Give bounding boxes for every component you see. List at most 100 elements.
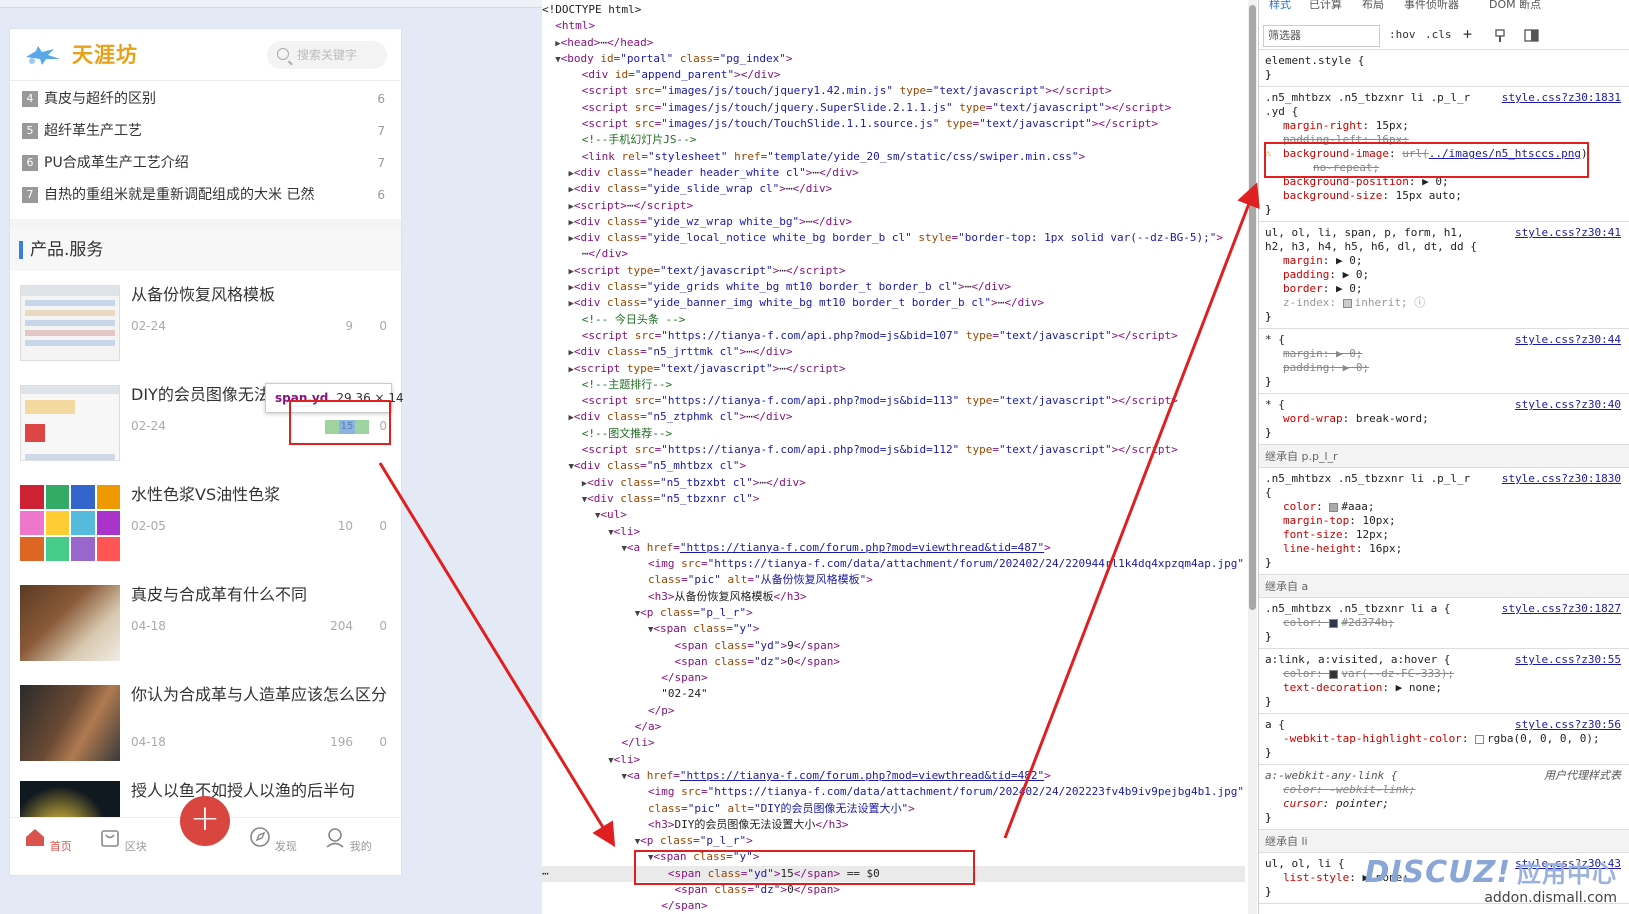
article-thumbnail	[20, 585, 120, 661]
article-date: 04-18	[131, 619, 166, 633]
tab-listeners[interactable]: 事件侦听器	[1404, 0, 1459, 12]
elements-tree: <!DOCTYPE html> <html> ▶<head>⋯</head> ▼…	[542, 3, 1245, 913]
style-source-link[interactable]: style.css?z30:55	[1515, 653, 1621, 667]
logo-icon	[26, 46, 60, 65]
rank-count: 6	[377, 92, 385, 106]
hov-toggle[interactable]: :hov	[1389, 28, 1416, 41]
section-title: 产品.服务	[10, 229, 401, 271]
style-rule: ul, ol, li, span, p, form, h1, h2, h3, h4…	[1259, 222, 1629, 329]
list-item[interactable]: 6 PU合成革生产工艺介绍 7	[10, 147, 401, 179]
article-views: 196	[330, 735, 353, 749]
style-source-link[interactable]: style.css?z30:1827	[1502, 602, 1621, 616]
user-icon	[326, 828, 344, 848]
style-rule: a:-webkit-any-link { 用户代理样式表 color: -web…	[1259, 765, 1629, 830]
style-source-link[interactable]: style.css?z30:41	[1515, 226, 1621, 240]
annotation-box-element	[634, 850, 975, 885]
article-item[interactable]: 水性色浆VS油性色浆 02-05 10 0	[10, 471, 401, 571]
watermark-suffix: 应用中心	[1517, 860, 1617, 888]
article-title: 你认为合成革与人造革应该怎么区分	[131, 685, 388, 704]
scrollbar-thumb[interactable]	[1249, 5, 1256, 610]
style-source-link[interactable]: style.css?z30:1830	[1502, 472, 1621, 486]
tab-mine-label: 我的	[349, 840, 372, 853]
article-title: 授人以鱼不如授人以渔的后半句	[131, 781, 356, 800]
filter-input[interactable]: 筛选器	[1263, 25, 1380, 47]
mobile-header: 天涯坊 搜索关键字	[10, 29, 401, 81]
tab-blocks[interactable]: 区块	[93, 826, 153, 854]
article-thumbnail	[20, 385, 120, 461]
style-rule: * { style.css?z30:40 word-wrap: break-wo…	[1259, 394, 1629, 445]
list-item[interactable]: 4 真皮与超纤的区别 6	[10, 83, 401, 115]
article-date: 02-24	[131, 319, 166, 333]
rank-list: 4 真皮与超纤的区别 6 5 超纤革生产工艺 7 6 PU合成革生产工艺介绍 7 7 自热的重…	[10, 83, 401, 211]
rank-number: 6	[22, 155, 38, 171]
inherited-header: 继承自 li	[1259, 830, 1629, 853]
style-source-link[interactable]: style.css?z30:1831	[1502, 91, 1621, 105]
styles-pane: 样式 已计算 布局 事件侦听器 DOM 断点 筛选器 :hov .cls + e…	[1258, 0, 1629, 914]
tab-home[interactable]: 首页	[18, 826, 78, 854]
style-source-link[interactable]: style.css?z30:40	[1515, 398, 1621, 412]
article-thumbnail	[20, 285, 120, 361]
article-replies: 0	[379, 619, 387, 633]
article-thumbnail	[20, 685, 120, 761]
style-source-link[interactable]: style.css?z30:56	[1515, 718, 1621, 732]
annotation-box-views	[289, 400, 391, 445]
rank-count: 6	[377, 188, 385, 202]
article-date: 04-18	[131, 735, 166, 749]
annotation-box-style	[1264, 142, 1589, 178]
article-views: 10	[337, 519, 353, 533]
paint-icon[interactable]	[1493, 29, 1507, 43]
rank-count: 7	[377, 124, 385, 138]
tab-mine[interactable]: 我的	[318, 826, 378, 854]
article-date: 02-05	[131, 519, 166, 533]
rank-count: 7	[377, 156, 385, 170]
rank-title: 超纤革生产工艺	[44, 123, 142, 139]
article-views: 204	[330, 619, 353, 633]
add-rule-button[interactable]: +	[1463, 25, 1472, 43]
article-title: 真皮与合成革有什么不同	[131, 585, 308, 604]
style-source-link[interactable]: style.css?z30:44	[1515, 333, 1621, 347]
rank-number: 4	[22, 91, 38, 107]
discuz-watermark: DISCUZ! 应用中心 addon.dismall.com	[1364, 855, 1617, 907]
browser-top-strip	[0, 0, 542, 8]
compass-icon	[250, 827, 271, 847]
sidebar-toggle-icon[interactable]	[1524, 29, 1539, 42]
mobile-preview: 天涯坊 搜索关键字 4 真皮与超纤的区别 6 5 超纤革生产工艺 7 6 PU合成革生产工…	[9, 28, 402, 876]
article-item[interactable]: 从备份恢复风格模板 02-24 9 0	[10, 271, 401, 371]
watermark-brand: DISCUZ!	[1364, 855, 1511, 890]
rank-title: 真皮与超纤的区别	[44, 91, 156, 107]
tab-computed[interactable]: 已计算	[1309, 0, 1342, 12]
styles-toolbar: 筛选器 :hov .cls +	[1259, 22, 1629, 50]
article-title: 水性色浆VS油性色浆	[131, 485, 281, 504]
article-views: 9	[345, 319, 353, 333]
inherited-header: 继承自 p.p_l_r	[1259, 445, 1629, 468]
add-post-button[interactable]: +	[180, 796, 230, 846]
article-item[interactable]: 真皮与合成革有什么不同 04-18 204 0	[10, 571, 401, 671]
tab-discover[interactable]: 发现	[243, 826, 303, 854]
inherited-header: 继承自 a	[1259, 575, 1629, 598]
user-agent-label: 用户代理样式表	[1544, 769, 1621, 782]
elements-scrollbar[interactable]	[1248, 0, 1257, 914]
search-icon	[277, 48, 289, 60]
cls-toggle[interactable]: .cls	[1425, 28, 1452, 41]
search-input[interactable]: 搜索关键字	[267, 41, 387, 69]
style-rule: * { style.css?z30:44 margin: ▶ 0; paddin…	[1259, 329, 1629, 394]
article-item[interactable]: 你认为合成革与人造革应该怎么区分 04-18 196 0	[10, 671, 401, 767]
devtools-panel: <!DOCTYPE html> <html> ▶<head>⋯</head> ▼…	[542, 0, 1629, 914]
search-placeholder: 搜索关键字	[297, 48, 358, 62]
rank-number: 5	[22, 123, 38, 139]
tab-layout[interactable]: 布局	[1362, 0, 1384, 12]
style-rule: a:link, a:visited, a:hover { style.css?z…	[1259, 649, 1629, 714]
watermark-url: addon.dismall.com	[1484, 890, 1617, 906]
article-thumbnail	[20, 485, 120, 561]
rank-title: PU合成革生产工艺介绍	[44, 155, 189, 171]
divider	[10, 219, 401, 229]
tab-discover-label: 发现	[274, 840, 297, 853]
tab-dom-breakpoints[interactable]: DOM 断点	[1489, 0, 1541, 12]
bag-icon	[101, 830, 120, 847]
bottom-tabbar: 首页 区块 + 发现 我的	[10, 796, 401, 875]
list-item[interactable]: 7 自热的重组米就是重新调配组成的大米 已然 6	[10, 179, 401, 211]
list-item[interactable]: 5 超纤革生产工艺 7	[10, 115, 401, 147]
tab-styles[interactable]: 样式	[1269, 0, 1291, 12]
tab-blocks-label: 区块	[124, 840, 147, 853]
style-rule: a { style.css?z30:56 -webkit-tap-highlig…	[1259, 714, 1629, 765]
